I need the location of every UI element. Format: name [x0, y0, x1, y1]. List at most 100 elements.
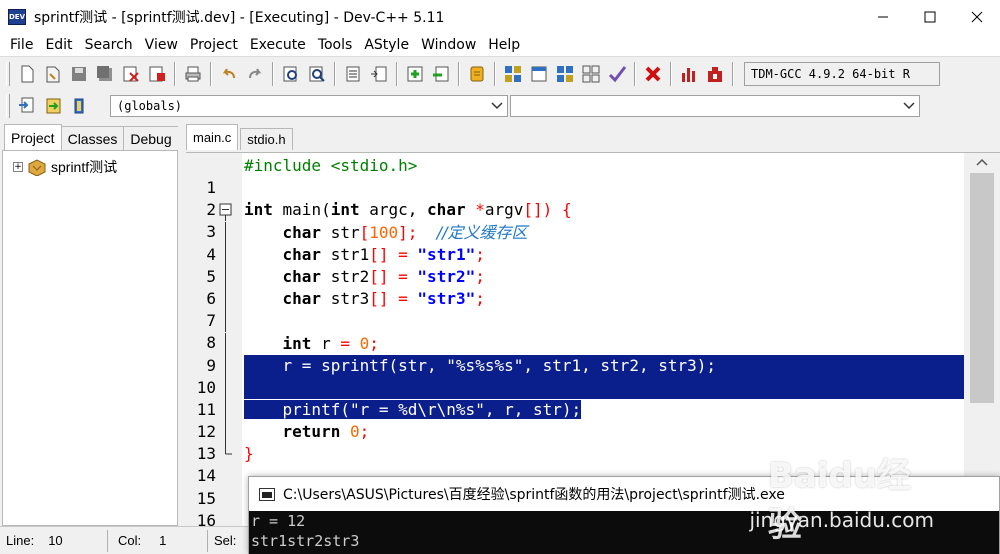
- open-file-icon: [46, 66, 60, 82]
- fold-line-icon: [225, 310, 226, 333]
- remove-from-project-button[interactable]: [429, 62, 453, 86]
- code-line: 5 char str1[] = "str1";: [186, 243, 964, 286]
- close-all-button[interactable]: [145, 62, 169, 86]
- bookmark-button[interactable]: [465, 62, 489, 86]
- vertical-scrollbar[interactable]: [964, 153, 1000, 526]
- unindent-button[interactable]: [367, 62, 391, 86]
- menu-edit[interactable]: Edit: [39, 37, 78, 53]
- compiler-select[interactable]: TDM-GCC 4.9.2 64-bit R: [744, 61, 940, 86]
- status-line-value: 10: [48, 533, 63, 548]
- replace-icon: [309, 66, 325, 82]
- tab-stdio-h[interactable]: stdio.h: [240, 128, 293, 150]
- bookmark-icon: [470, 66, 484, 81]
- insert-button[interactable]: [15, 94, 39, 118]
- line-code: return 0;: [282, 422, 370, 442]
- compile-button[interactable]: [501, 62, 525, 86]
- console-title-bar[interactable]: C:\Users\ASUS\Pictures\百度经验\sprintf函数的用法…: [249, 477, 999, 511]
- print-icon: [185, 66, 201, 81]
- menu-search[interactable]: Search: [79, 37, 139, 53]
- fold-collapse-icon[interactable]: [218, 199, 242, 222]
- find-icon: [283, 66, 297, 81]
- new-project-button[interactable]: [403, 62, 427, 86]
- status-line-label: Line:: [6, 533, 35, 548]
- tree-item-label: sprintf测试: [51, 159, 118, 175]
- profile-button[interactable]: [677, 62, 701, 86]
- chevron-down-icon: [903, 102, 915, 110]
- menu-astyle[interactable]: AStyle: [358, 37, 415, 53]
- selected-text: printf("r = %d\r\n%s", r, str);: [244, 400, 582, 420]
- goto-icon: [46, 98, 61, 114]
- menu-execute[interactable]: Execute: [244, 37, 312, 53]
- title-bar: DEV sprintf测试 - [sprintf测试.dev] - [Execu…: [0, 0, 1000, 34]
- menu-project[interactable]: Project: [184, 37, 244, 53]
- fold-line-icon: [225, 221, 226, 244]
- tab-project[interactable]: Project: [4, 124, 62, 150]
- undo-button[interactable]: [217, 62, 241, 86]
- goto-declaration-button[interactable]: [41, 94, 65, 118]
- project-tree-panel: + sprintf测试: [2, 150, 178, 526]
- class-toolbar: (globals): [0, 90, 1000, 122]
- find-button[interactable]: [279, 62, 303, 86]
- tree-item-project[interactable]: + sprintf测试: [13, 157, 117, 177]
- save-button[interactable]: [67, 62, 91, 86]
- console-output-line: r = 12: [251, 512, 306, 530]
- rebuild-all-button[interactable]: [579, 62, 603, 86]
- new-file-button[interactable]: [15, 62, 39, 86]
- console-window[interactable]: C:\Users\ASUS\Pictures\百度经验\sprintf函数的用法…: [248, 476, 1000, 554]
- close-all-icon: [149, 66, 165, 81]
- scope-combo[interactable]: (globals): [110, 95, 508, 117]
- close-file-button[interactable]: [119, 62, 143, 86]
- status-col-label: Col:: [118, 533, 142, 548]
- menu-tools[interactable]: Tools: [312, 37, 359, 53]
- menu-view[interactable]: View: [139, 37, 184, 53]
- maximize-button[interactable]: [906, 0, 953, 34]
- code-line: 13 return 0;: [186, 421, 964, 463]
- save-icon: [72, 66, 86, 81]
- check-icon: [608, 65, 626, 82]
- function-combo[interactable]: [510, 95, 920, 117]
- replace-button[interactable]: [305, 62, 329, 86]
- menu-file[interactable]: File: [4, 37, 39, 53]
- panel-splitter[interactable]: [178, 124, 186, 526]
- tree-expand-toggle[interactable]: +: [13, 162, 23, 172]
- indent-button[interactable]: [341, 62, 365, 86]
- close-button[interactable]: [953, 0, 1000, 34]
- code-editor[interactable]: 1 #include <stdio.h> 2 3 int main(int ar…: [186, 152, 1000, 526]
- save-all-button[interactable]: [93, 62, 117, 86]
- print-button[interactable]: [181, 62, 205, 86]
- menu-window[interactable]: Window: [415, 37, 482, 53]
- debug-button[interactable]: [703, 62, 727, 86]
- toolbar-separator: [272, 61, 274, 86]
- code-line: 14 }: [186, 443, 964, 485]
- new-file-icon: [21, 65, 34, 82]
- fold-end-icon: [225, 443, 232, 455]
- compile-run-icon: [557, 65, 573, 82]
- line-code: char str2[] = "str2";: [282, 266, 485, 286]
- undo-icon: [222, 67, 235, 78]
- tab-classes[interactable]: Classes: [60, 126, 125, 150]
- code-line: 1 #include <stdio.h>: [186, 155, 964, 197]
- syntax-check-button[interactable]: [605, 62, 629, 86]
- open-file-button[interactable]: [41, 62, 65, 86]
- tab-debug[interactable]: Debug: [123, 126, 179, 150]
- scroll-up-icon[interactable]: [976, 157, 988, 167]
- toolbar-grip[interactable]: [6, 61, 10, 86]
- toggle-bookmark-button[interactable]: [67, 94, 91, 118]
- fold-line-icon: [225, 332, 226, 355]
- minimize-button[interactable]: [859, 0, 906, 34]
- code-line-selected: 11: [186, 376, 964, 419]
- menu-help[interactable]: Help: [482, 37, 526, 53]
- status-line: Line: 10: [0, 529, 108, 552]
- scrollbar-thumb[interactable]: [970, 173, 994, 403]
- toolbar-grip[interactable]: [6, 94, 10, 118]
- debug-icon: [708, 66, 722, 82]
- line-code: int r = 0;: [282, 333, 379, 353]
- run-button[interactable]: [527, 62, 551, 86]
- tab-main-c[interactable]: main.c: [186, 124, 239, 150]
- console-title: C:\Users\ASUS\Pictures\百度经验\sprintf函数的用法…: [283, 487, 785, 503]
- code-lines: 1 #include <stdio.h> 2 3 int main(int ar…: [186, 155, 964, 526]
- compile-run-button[interactable]: [553, 62, 577, 86]
- stop-execution-button[interactable]: [641, 62, 665, 86]
- code-line-selected: 12 printf("r = %d\r\n%s", r, str);: [186, 399, 964, 441]
- redo-button[interactable]: [243, 62, 267, 86]
